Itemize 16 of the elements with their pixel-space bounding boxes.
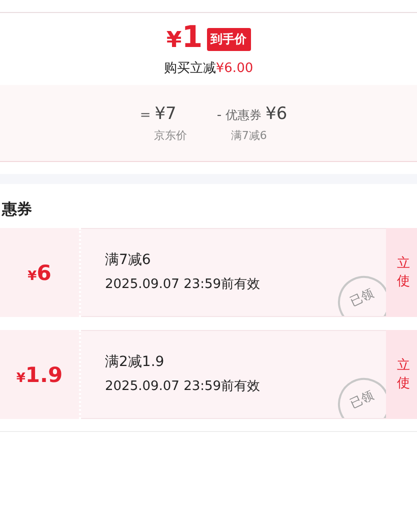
coupon-amount: ¥6 xyxy=(28,260,52,284)
coupon-condition: 满2减1.9 xyxy=(105,353,166,371)
use-now-button[interactable]: 立 使 xyxy=(386,330,417,419)
breakdown-caption: 京东价 xyxy=(152,128,187,142)
breakdown-caption: 满7减6 xyxy=(230,128,267,142)
use-now-button[interactable]: 立 使 xyxy=(386,228,417,317)
coupon-validity: 2025.09.07 23:59前有效 xyxy=(105,378,262,395)
final-price: ¥1 xyxy=(166,20,203,56)
coupon-amount: ¥1.9 xyxy=(16,362,63,386)
saving-text: 购买立减¥6.00 xyxy=(164,60,254,77)
coupon-validity: 2025.09.07 23:59前有效 xyxy=(105,276,262,293)
coupon-condition: 满7减6 xyxy=(105,251,152,269)
final-price-badge: 到手价 xyxy=(206,28,251,50)
breakdown-value: - 优惠券 ¥6 xyxy=(216,104,288,124)
section-title: 惠券 xyxy=(0,199,33,216)
breakdown-value: = ¥7 xyxy=(140,104,176,124)
